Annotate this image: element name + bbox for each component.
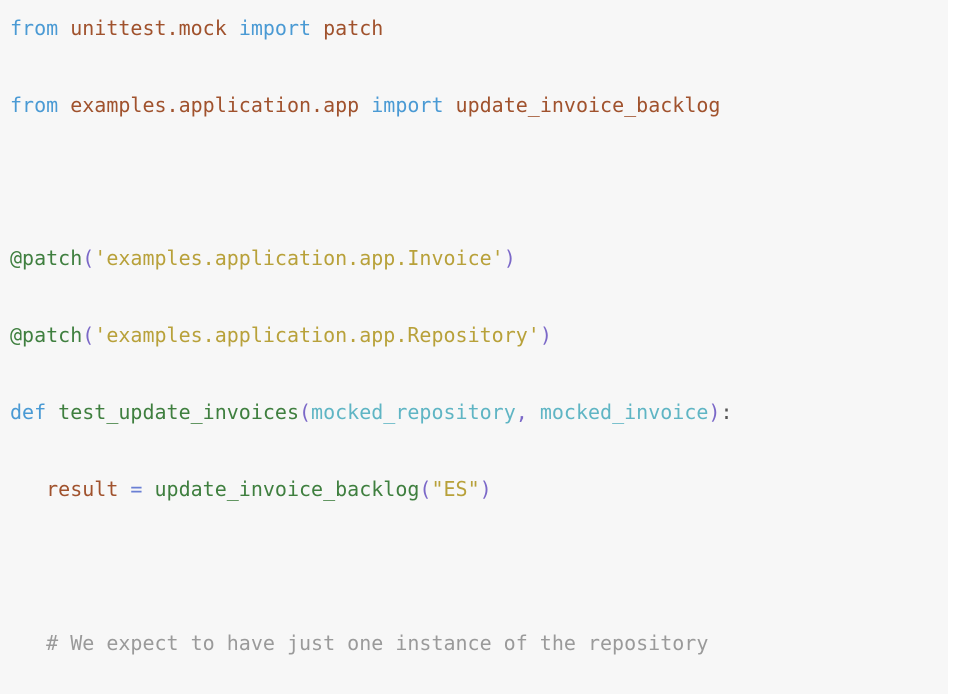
code-token-punc: ) (539, 323, 552, 348)
code-token-punc: ( (82, 246, 95, 271)
code-token-param: mocked_repository (311, 400, 516, 425)
code-token-kw: def (10, 400, 47, 425)
code-token-func: update_invoice_backlog (154, 476, 420, 501)
code-token-punc: ( (419, 476, 432, 501)
code-lines-container: from unittest.mock import patch from exa… (10, 10, 942, 694)
code-token-name: examples.application.app (70, 92, 360, 117)
code-token-punc: ( (299, 400, 312, 425)
code-token-str: 'examples.application.app.Repository' (94, 323, 540, 348)
code-line: # We expect to have just one instance of… (10, 625, 942, 662)
code-token-name: update_invoice_backlog (455, 92, 721, 117)
code-token-name: patch (323, 16, 384, 40)
code-token-kw: import (371, 92, 444, 117)
code-token-kw: import (238, 16, 312, 40)
code-line: @patch('examples.application.app.Reposit… (10, 317, 942, 354)
code-token-kw: from (10, 92, 59, 117)
code-content[interactable]: from unittest.mock import patch from exa… (0, 10, 948, 694)
code-line: result = update_invoice_backlog("ES") (10, 471, 942, 508)
code-token-punc: ) (503, 246, 516, 271)
code-token-punc: , (515, 400, 528, 425)
code-token-plain: : (720, 400, 733, 425)
code-token-str: 'examples.application.app.Invoice' (94, 246, 504, 271)
code-token-name: result (46, 476, 119, 501)
code-line: def test_update_invoices(mocked_reposito… (10, 394, 942, 431)
code-token-punc: ( (82, 323, 95, 348)
code-token-func: test_update_invoices (58, 400, 299, 425)
code-token-punc: ) (479, 476, 492, 501)
code-token-deco: @patch (10, 246, 83, 271)
code-token-name: unittest.mock (70, 16, 227, 40)
code-token-param: mocked_invoice (539, 400, 709, 425)
code-line: from unittest.mock import patch (10, 10, 942, 47)
code-token-op: = (130, 476, 143, 501)
code-token-comment: # We expect to have just one instance of… (46, 630, 709, 655)
code-token-str: "ES" (431, 476, 480, 501)
code-token-deco: @patch (10, 323, 83, 348)
code-line: @patch('examples.application.app.Invoice… (10, 240, 942, 277)
code-line: from examples.application.app import upd… (10, 87, 942, 124)
code-token-punc: ) (708, 400, 721, 425)
code-token-kw: from (10, 16, 59, 40)
code-block: from unittest.mock import patch from exa… (0, 0, 948, 694)
